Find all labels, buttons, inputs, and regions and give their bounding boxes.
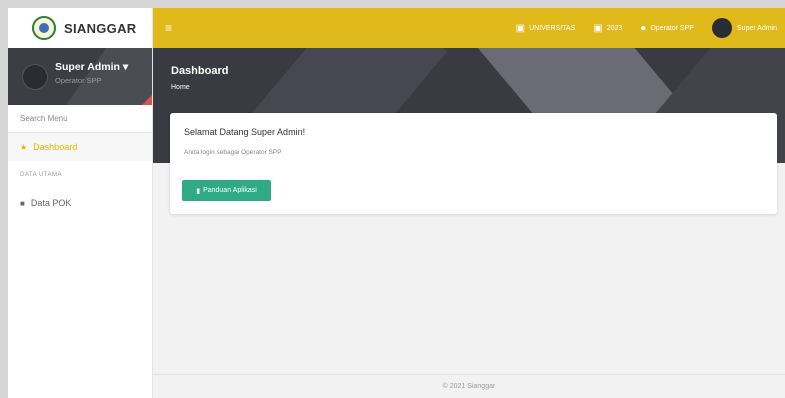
nav-org-label: UNIVERSITAS (529, 24, 576, 32)
welcome-card: Selamat Datang Super Admin! Anda login s… (170, 113, 777, 214)
sidebar-section-label: DATA UTAMA (20, 172, 63, 178)
navbar: ≡ ▣ UNIVERSITAS ▣ 2023 ● Operator SPP Su… (153, 8, 785, 48)
brand-name: SIANGGAR (64, 20, 137, 36)
nav-year[interactable]: ▣ 2023 (593, 23, 622, 34)
nav-role[interactable]: ● Operator SPP (640, 23, 694, 34)
breadcrumb[interactable]: Home (171, 84, 190, 91)
sidebar-item-label: Dashboard (33, 142, 78, 152)
user-name-dropdown[interactable]: Super Admin ▾ (55, 61, 128, 73)
avatar (711, 18, 732, 38)
footer: © 2021 Sianggar (153, 374, 785, 398)
user-circle-icon: ● (640, 22, 647, 34)
sidebar-item-label: Data POK (30, 198, 72, 208)
welcome-subtitle: Anda login sebagai Operator SPP (184, 149, 282, 156)
page-title: Dashboard (171, 65, 229, 77)
nav-year-label: 2023 (606, 24, 623, 32)
user-panel[interactable]: Super Admin ▾ Operator SPP (8, 48, 152, 105)
navbar-right: ▣ UNIVERSITAS ▣ 2023 ● Operator SPP Supe… (498, 18, 785, 38)
menu-toggle-icon[interactable]: ≡ (165, 21, 172, 35)
guide-button-label: Panduan Aplikasi (203, 187, 257, 194)
nav-role-label: Operator SPP (650, 24, 694, 32)
sidebar-item-dashboard[interactable]: ★ Dashboard (8, 133, 152, 161)
user-avatar (22, 64, 48, 90)
welcome-title: Selamat Datang Super Admin! (184, 127, 306, 137)
app-window: SIANGGAR Super Admin ▾ Operator SPP Sear… (8, 8, 785, 398)
file-icon: ▮ (196, 187, 201, 195)
search-menu-input[interactable]: Search Menu (8, 105, 152, 133)
sidebar: SIANGGAR Super Admin ▾ Operator SPP Sear… (8, 8, 153, 398)
decor-corner (142, 95, 152, 105)
logo-icon (32, 16, 56, 40)
brand[interactable]: SIANGGAR (8, 8, 152, 48)
home-icon: ★ (20, 142, 28, 152)
folder-icon: ■ (20, 198, 25, 208)
nav-org[interactable]: ▣ UNIVERSITAS (516, 23, 576, 34)
sidebar-item-data-pok[interactable]: ■ Data POK (8, 189, 152, 217)
calendar-icon: ▣ (593, 22, 603, 34)
calendar-icon: ▣ (515, 22, 526, 34)
user-role: Operator SPP (55, 76, 102, 85)
nav-user-label: Super Admin (736, 24, 777, 32)
nav-user[interactable]: Super Admin (711, 18, 777, 38)
guide-button[interactable]: ▮ Panduan Aplikasi (182, 180, 271, 201)
